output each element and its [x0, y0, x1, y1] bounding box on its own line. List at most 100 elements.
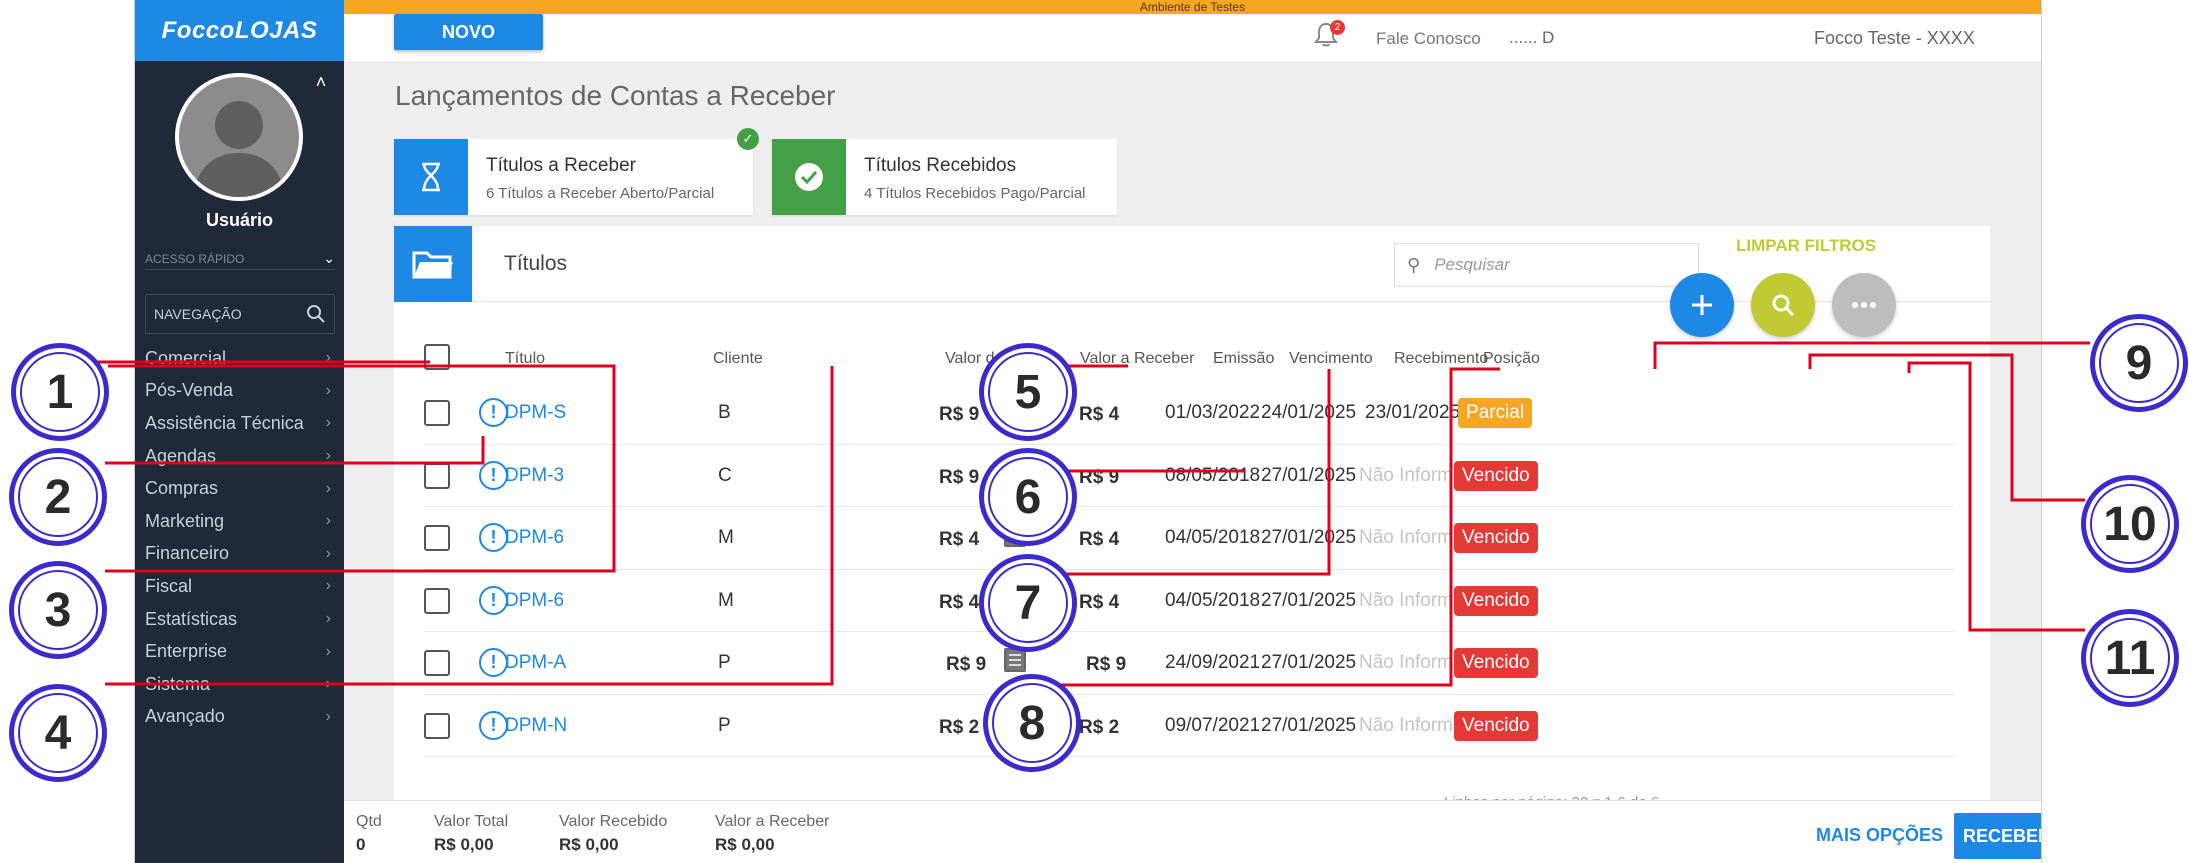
sidebar-item-marketing[interactable]: Marketing › — [145, 505, 335, 538]
search-input[interactable]: ⚲ Pesquisar — [1394, 243, 1699, 287]
sidebar-item-financeiro[interactable]: Financeiro › — [145, 538, 335, 571]
row-checkbox[interactable] — [424, 587, 450, 614]
footer-total: Valor Total R$ 0,00 — [434, 813, 508, 855]
nav-search-input[interactable]: NAVEGAÇÃO — [145, 294, 335, 334]
logo[interactable]: FoccoLOJAS — [135, 0, 344, 61]
titulos-a-receber-card[interactable]: Títulos a Receber 6 Títulos a Receber Ab… — [394, 139, 753, 215]
valor-titulo-cell: R$ 4 — [939, 529, 980, 550]
nav-search-label: NAVEGAÇÃO — [154, 306, 242, 322]
sidebar-item-enterprise[interactable]: Enterprise › — [145, 635, 335, 668]
row-checkbox[interactable] — [424, 650, 450, 676]
table-row[interactable]: ! DPM-6 M R$ 4 R$ 4 04/05/2018 27/01/2025 Não I… — [424, 570, 1954, 632]
row-checkbox[interactable] — [424, 712, 450, 739]
col-valor-receber[interactable]: Valor a Receber — [1080, 350, 1194, 368]
sidebar-item-compras[interactable]: Compras › — [145, 472, 335, 505]
search-icon — [1772, 294, 1795, 317]
novo-button[interactable]: NOVO — [394, 14, 543, 50]
chevron-right-icon: › — [325, 610, 331, 628]
callout-11: 11 — [2081, 609, 2179, 707]
user-name: Usuário — [205, 210, 274, 230]
table-header: Título Cliente Valor do Título Valor a R… — [394, 344, 1990, 374]
alert-icon[interactable]: ! — [479, 460, 508, 490]
titulo-link[interactable]: DPM-S — [505, 402, 566, 424]
col-recebimento[interactable]: Recebimento — [1394, 350, 1488, 368]
user-short-name[interactable]: ...... D — [1509, 28, 1554, 48]
avatar[interactable] — [175, 73, 303, 201]
alert-icon[interactable]: ! — [479, 398, 508, 427]
callout-7: 7 — [979, 554, 1077, 652]
chevron-right-icon: › — [325, 479, 331, 497]
table-row[interactable]: ! DPM-6 M R$ 4 R$ 4 04/05/2018 27/01/2025 Não I… — [424, 507, 1954, 570]
chevron-right-icon: › — [325, 447, 331, 465]
sidebar-item-fiscal[interactable]: Fiscal › — [145, 570, 335, 603]
sidebar-item-sistema[interactable]: Sistema › — [145, 668, 335, 701]
titulo-link[interactable]: DPM-3 — [505, 465, 564, 487]
chevron-right-icon: › — [325, 381, 331, 399]
quick-access-label: ACESSO RÁPIDO — [145, 251, 245, 266]
alert-icon[interactable]: ! — [479, 523, 508, 552]
sidebar-item-comercial[interactable]: Comercial › — [145, 342, 335, 375]
sidebar-item-label: Sistema — [145, 673, 211, 694]
quick-access-toggle[interactable]: ACESSO RÁPIDO ⌄ — [145, 248, 335, 270]
footer-recebido: Valor Recebido R$ 0,00 — [559, 813, 667, 855]
environment-banner: Ambiente de Testes — [344, 0, 2041, 14]
collapse-chevron-icon[interactable]: ˄ — [310, 72, 332, 94]
row-checkbox[interactable] — [424, 462, 450, 489]
cliente-cell: M — [718, 527, 734, 548]
bell-icon[interactable]: 2 — [1314, 20, 1345, 52]
add-button[interactable] — [1670, 273, 1734, 337]
col-titulo[interactable]: Título — [505, 350, 545, 368]
sidebar-item-avan-ado[interactable]: Avançado › — [145, 701, 335, 734]
mais-opcoes-button[interactable]: MAIS OPÇÕES — [1816, 825, 1943, 846]
more-options-button[interactable] — [1832, 273, 1896, 337]
screenshot-stage: FoccoLOJAS ˄ Usuário ACESSO RÁPIDO ⌄ NAV… — [0, 0, 2189, 863]
table-row[interactable]: ! DPM-3 C R$ 9 R$ 9 08/05/2018 27/01/2025 Não I… — [424, 445, 1954, 507]
vencimento-cell: 27/01/2025 — [1261, 464, 1357, 486]
cliente-cell: P — [718, 714, 731, 736]
fale-conosco-link[interactable]: Fale Conosco — [1376, 29, 1481, 49]
status-badge: Vencido — [1454, 523, 1538, 553]
company-selector[interactable]: Focco Teste - XXXX — [1814, 28, 1975, 49]
row-checkbox[interactable] — [424, 400, 450, 426]
emissao-cell: 04/05/2018 — [1165, 527, 1261, 548]
valor-titulo-cell: R$ 2 — [939, 716, 980, 738]
sidebar-item-estat-sticas[interactable]: Estatísticas › — [145, 603, 335, 636]
panel-title: Títulos — [504, 252, 568, 275]
card-title: Títulos Recebidos — [864, 155, 1017, 176]
sidebar-item-label: Fiscal — [145, 575, 193, 596]
panel-header: Títulos ⚲ Pesquisar LIMPAR FILTROS — [394, 226, 1990, 302]
titulo-link[interactable]: DPM-6 — [505, 527, 564, 549]
col-posicao[interactable]: Posição — [1483, 350, 1540, 368]
alert-icon[interactable]: ! — [479, 710, 508, 740]
callout-1: 1 — [11, 343, 109, 441]
chevron-right-icon: › — [325, 577, 331, 595]
ellipsis-icon — [1852, 302, 1876, 308]
callout-8: 8 — [983, 674, 1081, 772]
sidebar-item-p-s-venda[interactable]: Pós-Venda › — [145, 375, 335, 408]
table-row[interactable]: ! DPM-A P R$ 9 R$ 9 24/09/2021 27/01/2025 Não I… — [424, 632, 1954, 695]
titulos-recebidos-card[interactable]: Títulos Recebidos 4 Títulos Recebidos Pa… — [772, 139, 1117, 215]
chevron-right-icon: › — [325, 675, 331, 693]
top-bar: NOVO 2 Fale Conosco ...... D Focco Teste… — [344, 14, 2041, 61]
col-cliente[interactable]: Cliente — [713, 350, 763, 368]
receber-button[interactable]: RECEBER — [1954, 813, 2041, 859]
vencimento-cell: 27/01/2025 — [1261, 714, 1357, 736]
alert-icon[interactable]: ! — [479, 585, 508, 615]
limpar-filtros-button[interactable]: LIMPAR FILTROS — [1736, 236, 1876, 256]
app-window: FoccoLOJAS ˄ Usuário ACESSO RÁPIDO ⌄ NAV… — [134, 0, 2042, 863]
titulo-link[interactable]: DPM-6 — [505, 590, 564, 612]
table-row[interactable]: ! DPM-S B R$ 9 R$ 4 01/03/2022 24/01/2025 23/01… — [424, 382, 1954, 445]
filter-search-button[interactable] — [1751, 273, 1815, 337]
titulo-link[interactable]: DPM-N — [505, 715, 567, 737]
row-checkbox[interactable] — [424, 525, 450, 551]
sidebar-item-assist-ncia-t-cnica[interactable]: Assistência Técnica › — [145, 407, 335, 440]
titulo-link[interactable]: DPM-A — [505, 652, 566, 674]
alert-icon[interactable]: ! — [479, 648, 508, 677]
table-row[interactable]: ! DPM-N P R$ 2 R$ 2 09/07/2021 27/01/2025 Não I… — [424, 695, 1954, 757]
valor-receber-cell: R$ 4 — [1079, 591, 1120, 613]
callout-10: 10 — [2081, 475, 2179, 573]
col-vencimento[interactable]: Vencimento — [1289, 350, 1373, 368]
col-emissao[interactable]: Emissão — [1213, 350, 1274, 368]
sidebar-item-agendas[interactable]: Agendas › — [145, 440, 335, 473]
chevron-down-icon: ⌄ — [323, 250, 335, 266]
